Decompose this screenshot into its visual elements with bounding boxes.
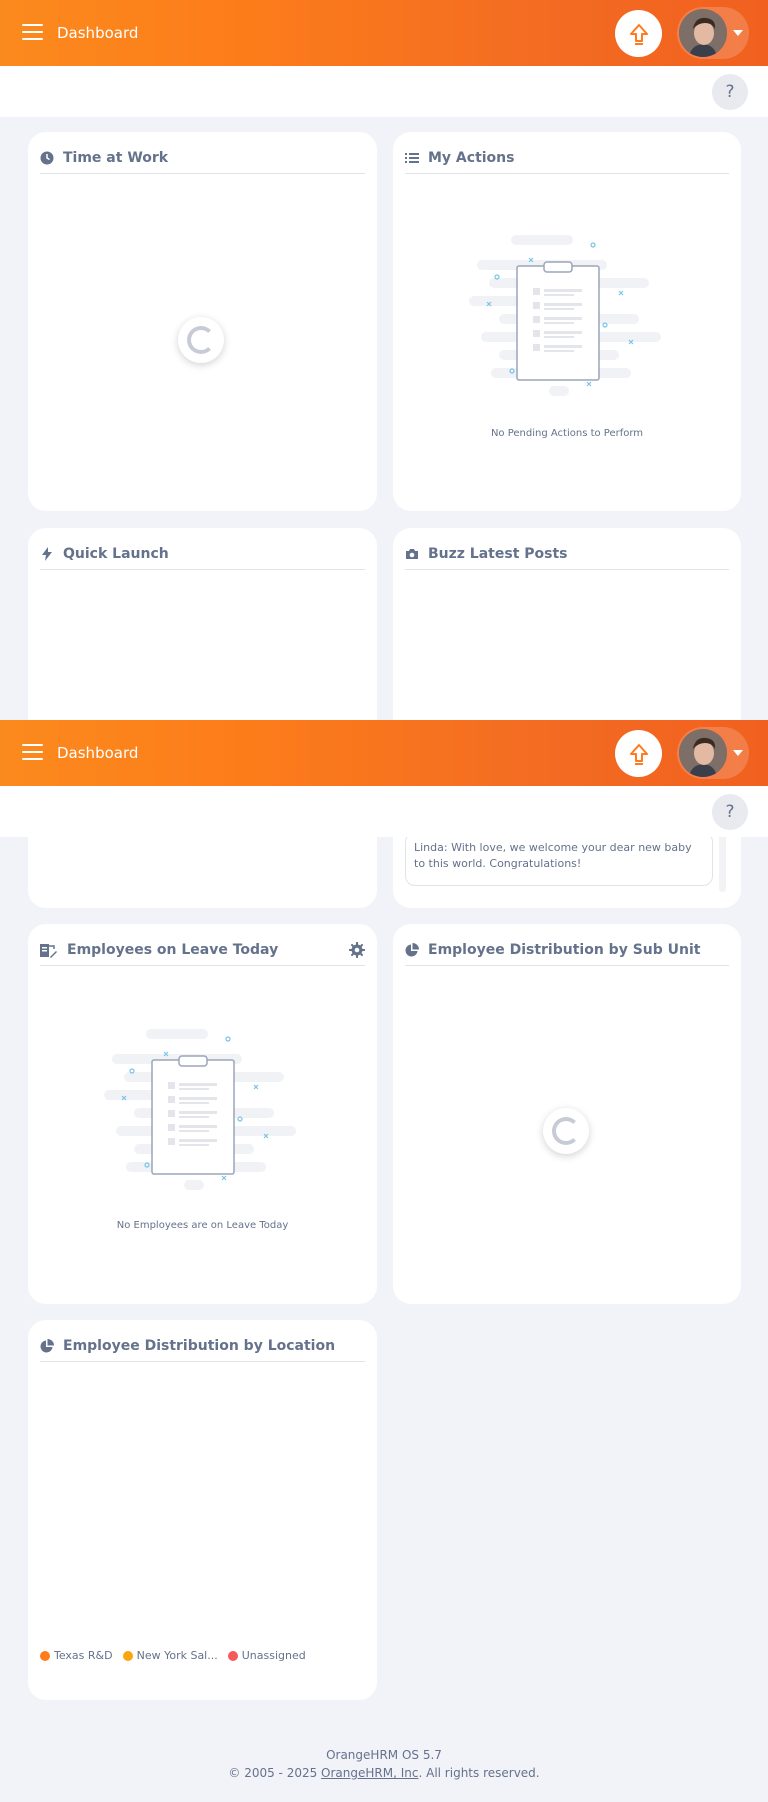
legend-dot-icon — [122, 1650, 133, 1661]
pie-chart-icon — [40, 1338, 54, 1353]
widget-header: My Actions — [405, 142, 729, 174]
company-link[interactable]: OrangeHRM, Inc — [321, 1766, 418, 1780]
upgrade-button[interactable] — [615, 10, 662, 57]
loading-spinner — [543, 1108, 589, 1154]
top-bar: Dashboard — [0, 720, 768, 786]
chart-legend: Texas R&D New York Sal... Unassigned — [40, 1649, 306, 1662]
widget-header: Employee Distribution by Sub Unit — [405, 934, 729, 966]
list-icon — [405, 151, 419, 165]
legend-label: New York Sal... — [136, 1649, 218, 1662]
footer-copyright: © 2005 - 2025 OrangeHRM, Inc. All rights… — [0, 1766, 768, 1780]
legend-dot-icon — [40, 1650, 50, 1661]
empty-clipboard-illustration — [469, 235, 661, 396]
user-dropdown[interactable] — [677, 727, 749, 779]
widget-header: Employee Distribution by Location — [40, 1330, 365, 1362]
widget-my-actions: My Actions No Pending Actions to Perform — [393, 132, 741, 511]
copyright-suffix: . All rights reserved. — [418, 1766, 540, 1780]
chevron-down-icon[interactable] — [733, 750, 743, 756]
widget-title: Time at Work — [63, 149, 169, 166]
footer-version: OrangeHRM OS 5.7 — [326, 1748, 442, 1762]
pie-chart-icon — [405, 942, 419, 957]
widget-distribution-sub-unit: Employee Distribution by Sub Unit — [393, 924, 741, 1304]
upgrade-button[interactable] — [615, 730, 662, 777]
chevron-down-icon[interactable] — [733, 30, 743, 36]
scrollbar[interactable] — [719, 832, 726, 892]
legend-dot-icon — [227, 1650, 238, 1661]
widget-header: Quick Launch — [40, 538, 365, 570]
widget-title: Employee Distribution by Sub Unit — [428, 941, 701, 958]
widget-quick-launch: Quick Launch — [28, 528, 377, 908]
legend-item-new-york[interactable]: New York Sal... — [122, 1649, 218, 1662]
buzz-post[interactable]: Linda: With love, we welcome your dear n… — [405, 832, 713, 886]
widget-title: Quick Launch — [63, 545, 169, 562]
menu-toggle-icon[interactable] — [22, 24, 43, 41]
widget-title: My Actions — [428, 149, 515, 166]
sub-header-bar: ? — [0, 786, 768, 837]
user-dropdown[interactable] — [677, 7, 749, 59]
upgrade-arrow-icon — [629, 23, 648, 45]
top-bar: Dashboard — [0, 0, 768, 66]
widget-header: Time at Work — [40, 142, 365, 174]
legend-label: Unassigned — [241, 1649, 306, 1662]
upgrade-arrow-icon — [629, 743, 648, 765]
menu-toggle-icon[interactable] — [22, 744, 43, 761]
legend-label: Texas R&D — [54, 1649, 113, 1662]
empty-clipboard-illustration — [104, 1029, 296, 1190]
copyright-prefix: © 2005 - 2025 — [228, 1766, 322, 1780]
lightning-icon — [40, 546, 54, 561]
widget-distribution-location: Employee Distribution by Location — [28, 1320, 377, 1700]
page-title: Dashboard — [57, 24, 139, 42]
empty-state-message: No Pending Actions to Perform — [490, 428, 644, 439]
page-title: Dashboard — [57, 744, 139, 762]
gear-icon[interactable] — [349, 942, 365, 962]
widget-time-at-work: Time at Work — [28, 132, 377, 511]
avatar[interactable] — [679, 729, 727, 777]
help-button[interactable]: ? — [712, 74, 748, 110]
camera-icon — [405, 547, 419, 561]
widget-employees-on-leave: Employees on Leave Today No Employees ar… — [28, 924, 377, 1304]
empty-state-message: No Employees are on Leave Today — [116, 1220, 289, 1231]
loading-spinner — [178, 317, 224, 363]
widget-header: Employees on Leave Today — [40, 934, 365, 966]
widget-title: Buzz Latest Posts — [428, 545, 568, 562]
sub-header-bar: ? — [0, 66, 768, 117]
widget-title: Employees on Leave Today — [67, 941, 279, 958]
help-button[interactable]: ? — [712, 794, 748, 830]
widget-header: Buzz Latest Posts — [405, 538, 729, 570]
legend-item-unassigned[interactable]: Unassigned — [227, 1649, 306, 1662]
avatar[interactable] — [679, 9, 727, 57]
widget-title: Employee Distribution by Location — [63, 1337, 336, 1354]
leave-icon — [40, 943, 58, 958]
clock-icon — [40, 151, 54, 165]
legend-item-texas[interactable]: Texas R&D — [40, 1649, 113, 1662]
